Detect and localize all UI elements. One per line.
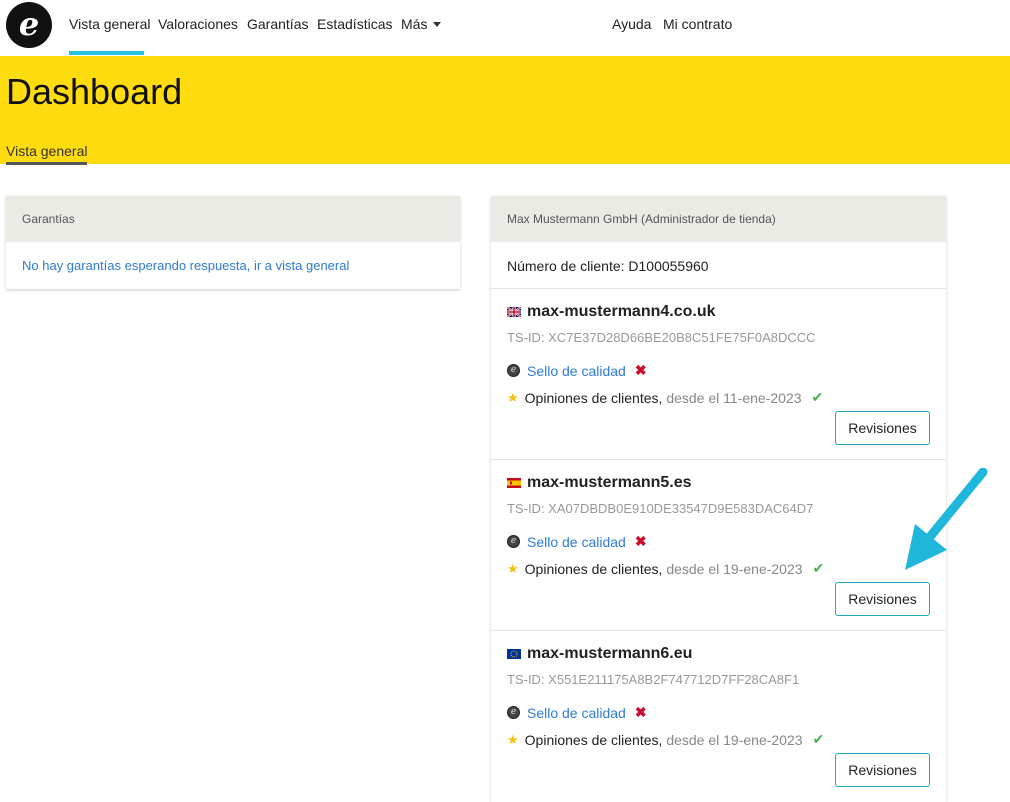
shop-domain-row: max-mustermann6.eu [507,645,692,663]
page-title: Dashboard [6,71,183,112]
top-navigation: e Vista general Valoraciones Garantías E… [0,0,1010,56]
seal-icon: e [507,364,520,377]
guarantees-overview-link[interactable]: No hay garantías esperando respuesta, ir… [22,258,349,273]
reviews-row: ★ Opiniones de clientes, desde el 11-ene… [507,389,823,406]
shop-domain: max-mustermann6.eu [527,645,693,662]
nav-item-help[interactable]: Ayuda [612,16,651,32]
check-icon: ✔ [812,560,825,576]
shop-domain: max-mustermann5.es [527,474,692,491]
shop-item: max-mustermann4.co.uk TS-ID: XC7E37D28D6… [491,289,946,460]
seal-icon: e [507,535,520,548]
reviews-since: desde el 19-ene-2023 [666,731,803,748]
active-tab-indicator [69,51,144,55]
cross-icon: ✖ [634,533,647,549]
uk-flag-icon [507,307,521,317]
star-icon: ★ [507,731,519,747]
shops-card-title: Max Mustermann GmbH (Administrador de ti… [491,196,946,242]
revisions-button[interactable]: Revisiones [835,753,930,787]
shops-card: Max Mustermann GmbH (Administrador de ti… [491,196,946,802]
seal-row: e Sello de calidad ✖ [507,704,647,721]
check-icon: ✔ [812,731,825,747]
guarantees-card-title: Garantías [6,196,460,242]
caret-down-icon [433,21,442,27]
customer-number: Número de cliente: D100055960 [491,242,946,289]
star-icon: ★ [507,560,519,576]
cross-icon: ✖ [634,362,647,378]
nav-item-guarantees[interactable]: Garantías [247,16,308,32]
reviews-row: ★ Opiniones de clientes, desde el 19-ene… [507,731,824,748]
seal-link[interactable]: Sello de calidad [527,705,626,721]
revisions-button[interactable]: Revisiones [835,582,930,616]
reviews-label: Opiniones de clientes, [524,731,663,748]
seal-link[interactable]: Sello de calidad [527,534,626,550]
seal-link[interactable]: Sello de calidad [527,363,626,379]
revisions-button[interactable]: Revisiones [835,411,930,445]
reviews-label: Opiniones de clientes, [524,389,663,406]
ts-id: TS-ID: X551E211175A8B2F747712D7FF28CA8F1 [507,672,800,687]
eu-flag-icon [507,649,521,659]
ts-id: TS-ID: XA07DBDB0E910DE33547D9E583DAC64D7 [507,501,814,516]
ts-id: TS-ID: XC7E37D28D66BE20B8C51FE75F0A8DCCC [507,330,816,345]
cross-icon: ✖ [634,704,647,720]
shop-domain: max-mustermann4.co.uk [527,303,716,320]
page-header: Dashboard Vista general [0,56,1010,165]
logo-letter: e [18,5,40,43]
shop-item: max-mustermann6.eu TS-ID: X551E211175A8B… [491,631,946,802]
star-icon: ★ [507,389,519,405]
seal-icon: e [507,706,520,719]
check-icon: ✔ [811,389,824,405]
nav-item-more-label: Más [401,16,428,32]
nav-item-statistics[interactable]: Estadísticas [317,16,392,32]
reviews-label: Opiniones de clientes, [524,560,663,577]
shop-domain-row: max-mustermann4.co.uk [507,303,716,321]
shop-item: max-mustermann5.es TS-ID: XA07DBDB0E910D… [491,460,946,631]
spain-flag-icon [507,478,521,488]
seal-row: e Sello de calidad ✖ [507,362,647,379]
guarantees-card: Garantías No hay garantías esperando res… [6,196,460,289]
nav-item-more[interactable]: Más [401,16,442,32]
seal-row: e Sello de calidad ✖ [507,533,647,550]
subtab-overview[interactable]: Vista general [6,143,88,165]
nav-item-my-contract[interactable]: Mi contrato [663,16,732,32]
trusted-shops-logo[interactable]: e [6,2,52,48]
reviews-since: desde el 19-ene-2023 [666,560,803,577]
shop-domain-row: max-mustermann5.es [507,474,692,492]
nav-item-overview[interactable]: Vista general [69,16,150,32]
reviews-row: ★ Opiniones de clientes, desde el 19-ene… [507,560,824,577]
reviews-since: desde el 11-ene-2023 [666,389,802,406]
nav-item-ratings[interactable]: Valoraciones [158,16,238,32]
